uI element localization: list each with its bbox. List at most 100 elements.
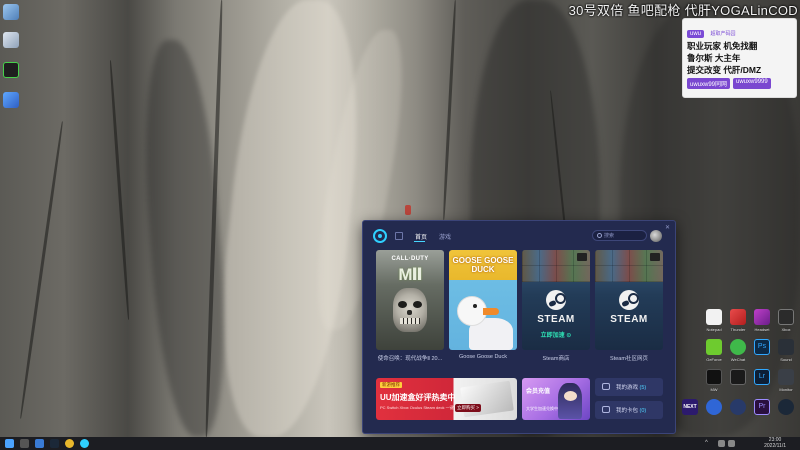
desktop-icon-label: Notepad <box>706 327 722 332</box>
tab-home[interactable]: 首页 <box>415 232 427 241</box>
uu-logo-icon[interactable] <box>373 229 387 243</box>
badge-icon <box>577 253 587 261</box>
banner-subtitle: PC Switch Xbox Oculus Steam deck 一键加速 <box>380 405 462 410</box>
desktop-icon-label: Thunder <box>730 327 746 332</box>
skull-mask-art <box>393 288 427 332</box>
goose-art-title: GOOSE GOOSE DUCK <box>452 256 514 274</box>
start-icon[interactable] <box>5 439 14 448</box>
buy-now-button[interactable]: 立即购买 > <box>455 404 481 412</box>
skull-eye <box>413 301 422 308</box>
volume-icon[interactable] <box>728 440 735 447</box>
search-icon[interactable] <box>20 439 29 448</box>
network-icon[interactable] <box>718 440 725 447</box>
game-title-steam-store[interactable]: Steam商店 <box>520 354 592 362</box>
stream-promo-card: uwu 超取产码园 职业玩家 机免找翻 鲁尔斯 大主年 提交改变 代肝/DMZ … <box>682 18 797 98</box>
cliff-crack <box>19 121 64 419</box>
desktop-icon-folder[interactable] <box>3 92 19 108</box>
goose-beak-art <box>483 308 499 315</box>
taskbar-app-icon[interactable] <box>35 439 44 448</box>
game-card-steam-store[interactable]: STEAM 立即加速 ⊙ <box>522 250 590 350</box>
cliff-crack <box>442 0 457 220</box>
desktop-icon-app[interactable] <box>3 62 19 78</box>
uu-header: 首页 游戏 搜索 ✕ <box>363 221 675 251</box>
skull-eye <box>398 301 407 308</box>
clock-date: 2022/11/1 <box>764 442 786 449</box>
game-title-steam-community[interactable]: Steam社区网页 <box>593 354 665 362</box>
desktop-icon-steam[interactable] <box>778 399 794 415</box>
promo-tag: uwu <box>687 30 705 38</box>
promo-foot: uwuxw9999 <box>733 78 771 89</box>
taskbar: ^ 23:00 2022/11/1 <box>0 437 800 450</box>
desktop-icon-label: Headset <box>754 327 770 332</box>
promo-row: 提交改变 代肝/DMZ <box>687 65 762 75</box>
steam-logo-icon <box>619 290 639 310</box>
desktop-icon-label: Xbox <box>781 327 791 332</box>
desktop-icon-label: MW <box>710 387 718 392</box>
skull-teeth <box>400 318 420 324</box>
my-cards-count: (0) <box>639 408 647 414</box>
boost-now-button[interactable]: 立即加速 ⊙ <box>522 330 590 339</box>
desktop-icon-lightroom[interactable]: Lr <box>754 369 770 385</box>
badge-icon <box>650 253 660 261</box>
desktop-icon-wechat[interactable] <box>730 339 746 355</box>
uu-accelerator-window: 首页 游戏 搜索 ✕ CALL·DUTY MⅡ 使命召唤：现代战争Ⅱ 20...… <box>362 220 676 434</box>
goose-eye-art <box>473 304 477 308</box>
desktop-icon-sound[interactable] <box>778 339 794 355</box>
banner-tag: 新游推荐 <box>380 382 402 388</box>
desktop-icon-premiere[interactable]: Pr <box>754 399 770 415</box>
desktop-icon-monitor[interactable] <box>778 369 794 385</box>
my-cards-label: 我的卡包 <box>616 408 639 414</box>
desktop-icon-label: Sound <box>780 357 792 362</box>
stream-overlay-text: 30号双倍 鱼吧配枪 代肝YOGALinCOD <box>568 3 798 18</box>
vip-subtitle: 大学生加速兑换中 > <box>526 406 562 411</box>
card-icon <box>602 406 610 413</box>
desktop-icon-recycle[interactable] <box>3 4 19 20</box>
promo-row: 鲁尔斯 大主年 <box>687 53 741 63</box>
clock[interactable]: 23:00 2022/11/1 <box>764 437 786 449</box>
game-title-cod[interactable]: 使命召唤：现代战争Ⅱ 20... <box>374 354 446 362</box>
vip-recharge-banner[interactable]: 会员充值 大学生加速兑换中 > <box>522 378 590 420</box>
desktop-icon-headset[interactable] <box>754 309 770 325</box>
desktop-icon-notepad[interactable] <box>706 309 722 325</box>
tab-games[interactable]: 游戏 <box>439 232 451 241</box>
desktop-icon-geforce[interactable] <box>706 339 722 355</box>
close-icon[interactable]: ✕ <box>665 224 670 231</box>
desktop-icon-pc[interactable] <box>3 32 19 48</box>
steam-taskbar-icon[interactable] <box>50 439 59 448</box>
game-title-goose[interactable]: Goose Goose Duck <box>447 354 519 360</box>
search-input[interactable]: 搜索 <box>592 230 647 241</box>
game-card-steam-community[interactable]: STEAM <box>595 250 663 350</box>
desktop-icon-xbox[interactable] <box>778 309 794 325</box>
vip-title: 会员充值 <box>526 389 551 395</box>
avatar[interactable] <box>650 230 662 242</box>
desktop-icon-next[interactable]: NEXT <box>682 399 698 415</box>
desktop-icon-label: Monitor <box>779 387 793 392</box>
steam-wordmark: STEAM <box>537 314 575 325</box>
gamepad-icon <box>602 383 610 390</box>
desktop-icon-mw[interactable] <box>730 369 746 385</box>
promo-foot: uwuxw99同网 <box>687 78 731 89</box>
tray-expand-icon[interactable]: ^ <box>705 440 708 446</box>
my-games-label: 我的游戏 <box>616 385 639 391</box>
desktop-icon-label: WeChat <box>730 357 746 362</box>
desktop-icon-netflix[interactable] <box>706 369 722 385</box>
uu-box-banner[interactable]: 新游推荐 UU加速盒好评热卖中 PC Switch Xbox Oculus St… <box>376 378 517 420</box>
cliff-crack <box>108 60 131 320</box>
search-icon <box>597 233 602 238</box>
desktop-icon-photoshop[interactable]: Ps <box>754 339 770 355</box>
my-cards-button[interactable]: 我的卡包 (0) <box>595 401 663 419</box>
my-games-button[interactable]: 我的游戏 (5) <box>595 378 663 396</box>
skull-nose <box>407 310 412 315</box>
vip-character-art <box>558 383 582 419</box>
menu-icon[interactable] <box>395 232 403 240</box>
my-games-count: (5) <box>639 385 647 391</box>
game-card-goose[interactable]: GOOSE GOOSE DUCK <box>449 250 517 350</box>
desktop-icon-label: GeForce <box>706 357 722 362</box>
desktop-icon-uu[interactable] <box>730 399 746 415</box>
desktop-icon-thunder[interactable] <box>730 309 746 325</box>
game-card-cod[interactable]: CALL·DUTY MⅡ <box>376 250 444 350</box>
chrome-icon[interactable] <box>65 439 74 448</box>
desktop-icon-settings[interactable] <box>706 399 722 415</box>
promo-row: 职业玩家 机免找翻 <box>687 41 758 51</box>
uu-taskbar-icon[interactable] <box>80 439 89 448</box>
